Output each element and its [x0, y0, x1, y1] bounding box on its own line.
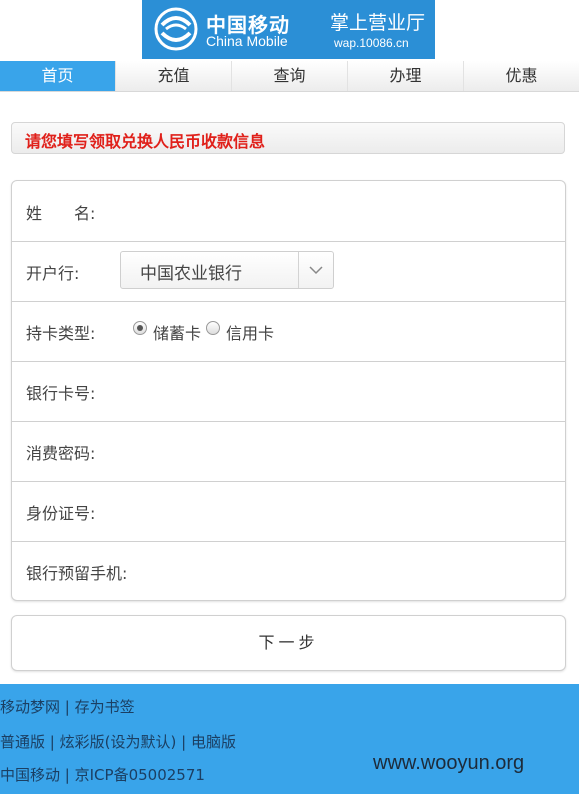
- footer-line-3: 中国移动 | 京ICP备05002571: [0, 766, 205, 784]
- bank-label: 开户行:: [26, 264, 80, 283]
- bank-row: 开户行: 中国农业银行: [12, 241, 565, 302]
- link-color[interactable]: 炫彩版: [60, 733, 105, 751]
- footer: 移动梦网 | 存为书签 普通版 | 炫彩版(设为默认) | 电脑版 中国移动 |…: [0, 684, 579, 794]
- header-banner[interactable]: 中国移动 China Mobile 掌上营业厅 wap.10086.cn: [142, 0, 435, 59]
- pin-row[interactable]: 消费密码:: [12, 421, 565, 482]
- nav-recharge[interactable]: 充值: [116, 61, 232, 91]
- link-bookmark[interactable]: 存为书签: [75, 698, 135, 716]
- footer-line-2: 普通版 | 炫彩版(设为默认) | 电脑版: [0, 733, 236, 751]
- phone-label: 银行预留手机:: [26, 564, 128, 583]
- radio-credit-label[interactable]: 信用卡: [226, 320, 274, 344]
- link-mobile-dream[interactable]: 移动梦网: [0, 698, 60, 716]
- next-step-button[interactable]: 下一步: [11, 615, 566, 671]
- nav-handle[interactable]: 办理: [348, 61, 464, 91]
- id-row[interactable]: 身份证号:: [12, 481, 565, 542]
- nav-query[interactable]: 查询: [232, 61, 348, 91]
- bank-select-value: 中国农业银行: [140, 264, 242, 284]
- chevron-down-icon[interactable]: [298, 252, 333, 288]
- china-mobile-logo-icon: [154, 7, 198, 51]
- payment-info-form: 姓 名: 开户行: 中国农业银行 持卡类型: 储蓄卡 信用卡 银行卡号: 消费密…: [11, 180, 566, 601]
- footer-icp: 京ICP备05002571: [74, 766, 205, 784]
- radio-credit[interactable]: [206, 321, 220, 335]
- id-number-label: 身份证号:: [26, 504, 96, 523]
- footer-company: 中国移动: [0, 766, 61, 784]
- hall-title: 掌上营业厅: [330, 12, 426, 34]
- nav-home[interactable]: 首页: [0, 61, 116, 91]
- brand-name-en: China Mobile: [206, 33, 288, 49]
- bank-select[interactable]: 中国农业银行: [120, 251, 334, 289]
- phone-row[interactable]: 银行预留手机:: [12, 541, 565, 601]
- name-label: 姓 名:: [26, 204, 96, 223]
- pin-label: 消费密码:: [26, 444, 96, 463]
- radio-debit[interactable]: [133, 321, 147, 335]
- card-number-row[interactable]: 银行卡号:: [12, 361, 565, 422]
- link-standard[interactable]: 普通版: [0, 733, 45, 751]
- nav-offers[interactable]: 优惠: [464, 61, 579, 91]
- card-number-label: 银行卡号:: [26, 384, 96, 403]
- card-type-row: 持卡类型: 储蓄卡 信用卡: [12, 301, 565, 362]
- site-domain: wap.10086.cn: [334, 36, 409, 50]
- name-row[interactable]: 姓 名:: [12, 181, 565, 242]
- main-nav: 首页 充值 查询 办理 优惠: [0, 61, 579, 92]
- link-pc[interactable]: 电脑版: [191, 733, 236, 751]
- notice-banner: 请您填写领取兑换人民币收款信息: [11, 122, 565, 154]
- link-set-default[interactable]: (设为默认): [105, 733, 177, 751]
- notice-text: 请您填写领取兑换人民币收款信息: [25, 132, 266, 151]
- radio-debit-label[interactable]: 储蓄卡: [153, 320, 201, 344]
- watermark: www.wooyun.org: [373, 752, 525, 774]
- card-type-label: 持卡类型:: [26, 324, 96, 343]
- footer-line-1: 移动梦网 | 存为书签: [0, 698, 135, 716]
